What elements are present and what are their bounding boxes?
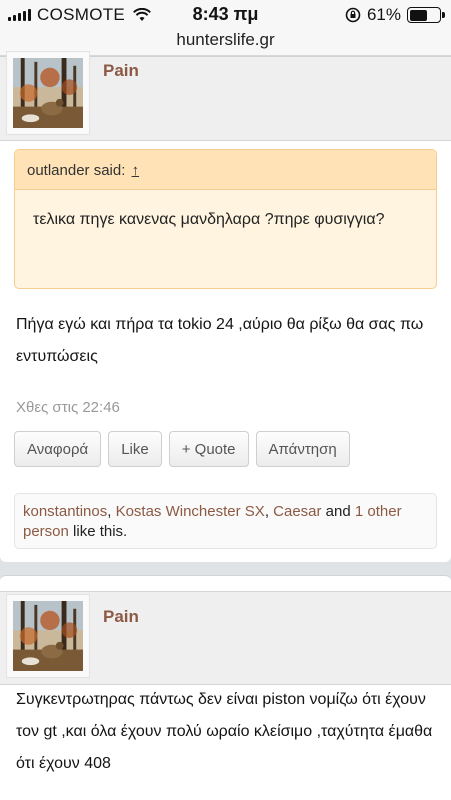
quote-author: outlander said: [27, 162, 126, 179]
post-username[interactable]: Pain [103, 61, 139, 81]
post-user-header: Pain [0, 51, 451, 141]
reply-button[interactable]: Απάντηση [255, 431, 350, 467]
status-bar: COSMOTE 8:43 πμ 61% [0, 0, 451, 30]
avatar-image [13, 601, 83, 671]
rotation-lock-icon [345, 7, 361, 23]
avatar[interactable] [6, 51, 90, 135]
avatar-image [13, 58, 83, 128]
quote-header: outlander said: ↑ [15, 150, 436, 190]
quote-jump-link[interactable]: ↑ [132, 162, 140, 179]
status-right: 61% [345, 5, 445, 25]
quote-block: outlander said: ↑ τελικα πηγε κανενας μα… [14, 149, 437, 289]
post: Pain outlander said: ↑ τελικα πηγε κανεν… [0, 51, 451, 562]
post-datetime[interactable]: Χθες στις 22:46 [16, 399, 120, 416]
post-username[interactable]: Pain [103, 607, 139, 627]
post-message: Συγκεντρωτηρας πάντως δεν είναι piston ν… [16, 691, 433, 772]
battery-fill [409, 9, 428, 21]
liker-link[interactable]: konstantinos [23, 503, 107, 520]
report-button[interactable]: Αναφορά [14, 431, 102, 467]
likes-suffix: like this. [68, 523, 128, 540]
likes-summary: konstantinos, Kostas Winchester SX, Caes… [14, 493, 437, 549]
avatar[interactable] [6, 594, 90, 678]
likes-separator: , [107, 503, 116, 520]
post-actions: Αναφορά Like + Quote Απάντηση [14, 431, 350, 467]
likes-and: and [321, 503, 355, 520]
quote-button[interactable]: + Quote [168, 431, 249, 467]
quote-text: τελικα πηγε κανενας μανδηλαρα ?πηρε φυσι… [33, 211, 385, 228]
liker-link[interactable]: Caesar [273, 503, 321, 520]
battery-icon [407, 7, 445, 23]
likes-separator: , [264, 503, 274, 520]
post: Pain Συγκεντρωτηρας πάντως δεν είναι pis… [0, 575, 451, 800]
post-message: Πήγα εγώ και πήρα τα tokio 24 ,αύριο θα … [16, 316, 424, 365]
battery-percent: 61% [366, 5, 401, 24]
like-button[interactable]: Like [108, 431, 162, 467]
post-user-header: Pain [0, 591, 451, 685]
liker-link[interactable]: Kostas Winchester SX [116, 503, 265, 520]
